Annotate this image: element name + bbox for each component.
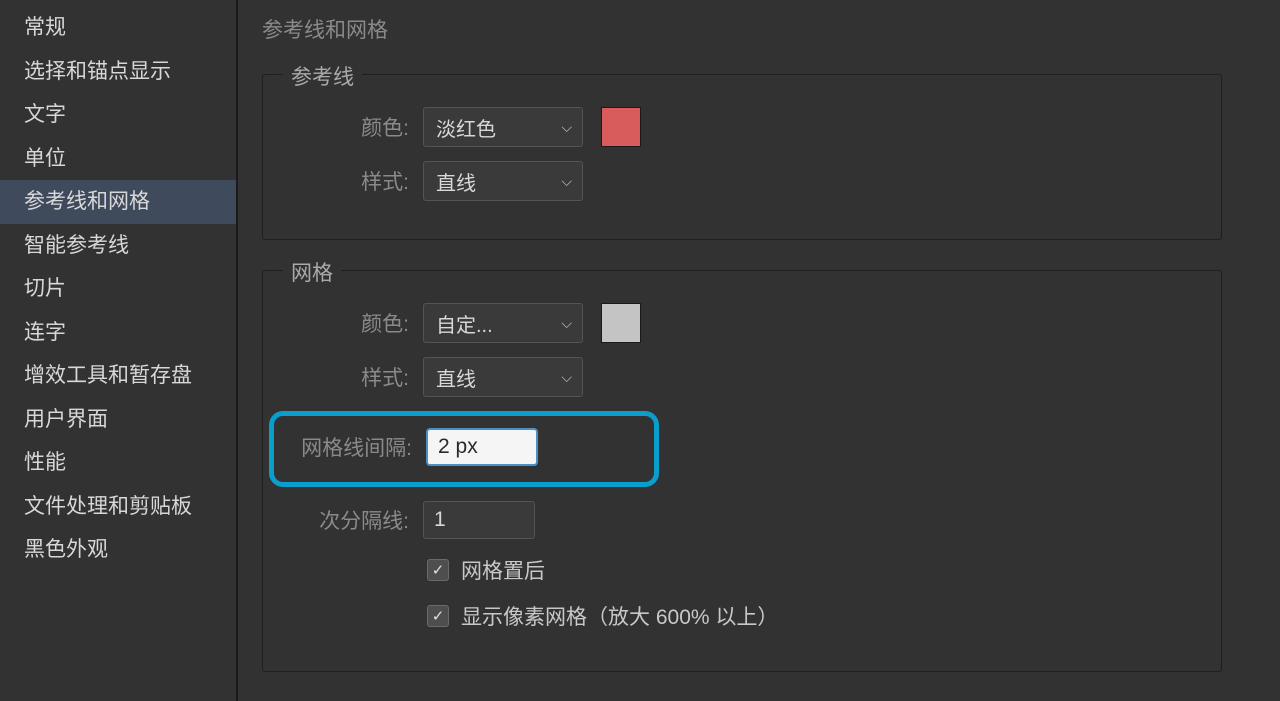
guides-group: 参考线 颜色: 淡红色 ⌵ 样式: 直线 ⌵ [262,74,1222,240]
guides-color-value: 淡红色 [436,113,496,142]
grid-color-swatch[interactable] [601,303,641,343]
guides-style-label: 样式: [279,166,409,196]
sidebar-item-selection[interactable]: 选择和锚点显示 [0,50,236,94]
sidebar-item-black-appearance[interactable]: 黑色外观 [0,528,236,572]
page-title: 参考线和网格 [262,14,1256,44]
guides-legend: 参考线 [283,61,362,91]
sidebar-item-guides-grid[interactable]: 参考线和网格 [0,180,236,224]
chevron-down-icon: ⌵ [561,119,572,136]
grid-back-checkbox[interactable] [427,559,449,581]
guides-style-value: 直线 [436,167,476,196]
preferences-sidebar: 常规 选择和锚点显示 文字 单位 参考线和网格 智能参考线 切片 连字 增效工具… [0,0,238,701]
grid-color-label: 颜色: [279,308,409,338]
guides-style-select[interactable]: 直线 ⌵ [423,161,583,201]
grid-style-label: 样式: [279,362,409,392]
grid-style-value: 直线 [436,363,476,392]
grid-subdiv-label: 次分隔线: [279,505,409,535]
sidebar-item-smart-guides[interactable]: 智能参考线 [0,224,236,268]
chevron-down-icon: ⌵ [561,369,572,386]
sidebar-item-ui[interactable]: 用户界面 [0,398,236,442]
sidebar-item-plugins[interactable]: 增效工具和暂存盘 [0,354,236,398]
grid-spacing-highlight: 网格线间隔: 2 px [269,411,659,487]
chevron-down-icon: ⌵ [561,173,572,190]
guides-color-label: 颜色: [279,112,409,142]
grid-group: 网格 颜色: 自定... ⌵ 样式: 直线 ⌵ 网格线间隔: 2 px 次分隔线… [262,270,1222,672]
guides-color-select[interactable]: 淡红色 ⌵ [423,107,583,147]
grid-color-value: 自定... [436,309,493,338]
grid-style-select[interactable]: 直线 ⌵ [423,357,583,397]
grid-color-select[interactable]: 自定... ⌵ [423,303,583,343]
pixel-grid-label: 显示像素网格（放大 600% 以上） [461,601,778,631]
sidebar-item-performance[interactable]: 性能 [0,441,236,485]
sidebar-item-hyphenation[interactable]: 连字 [0,311,236,355]
sidebar-item-units[interactable]: 单位 [0,137,236,181]
guides-color-swatch[interactable] [601,107,641,147]
sidebar-item-general[interactable]: 常规 [0,6,236,50]
sidebar-item-file-clipboard[interactable]: 文件处理和剪贴板 [0,485,236,529]
grid-spacing-input[interactable]: 2 px [426,428,538,466]
preferences-panel: 参考线和网格 参考线 颜色: 淡红色 ⌵ 样式: 直线 ⌵ 网格 颜色: 自定.… [238,0,1280,701]
grid-legend: 网格 [283,257,341,287]
chevron-down-icon: ⌵ [561,315,572,332]
grid-subdiv-input[interactable]: 1 [423,501,535,539]
sidebar-item-type[interactable]: 文字 [0,93,236,137]
pixel-grid-checkbox[interactable] [427,605,449,627]
grid-back-label: 网格置后 [461,555,545,585]
grid-spacing-label: 网格线间隔: [282,432,412,462]
sidebar-item-slices[interactable]: 切片 [0,267,236,311]
